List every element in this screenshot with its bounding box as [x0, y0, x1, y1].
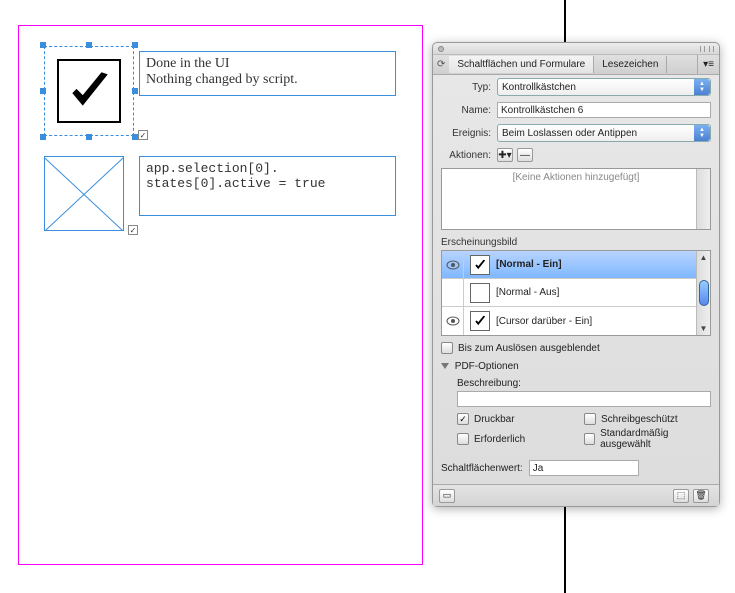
panel-titlebar[interactable]	[433, 43, 719, 55]
scroll-down-icon[interactable]: ▼	[700, 324, 708, 333]
cycle-icon[interactable]: ⟳	[433, 59, 449, 70]
close-dot[interactable]	[438, 46, 444, 52]
readonly-checkbox[interactable]: Schreibgeschützt	[584, 413, 711, 425]
checkbox-icon	[441, 342, 453, 354]
printable-checkbox[interactable]: ✓ Druckbar	[457, 413, 584, 425]
state-label: [Cursor darüber - Ein]	[496, 316, 592, 327]
add-action-button[interactable]: ✚▾	[497, 148, 513, 162]
no-actions-text: [Keine Aktionen hinzugefügt]	[513, 172, 640, 183]
pdf-options-label: PDF-Optionen	[455, 361, 519, 372]
empty-graphic-frame	[44, 156, 124, 231]
state-row-hover-on[interactable]: [Cursor darüber - Ein]	[442, 307, 710, 335]
button-value-input[interactable]: Ja	[529, 460, 639, 476]
state-row-normal-off[interactable]: [Normal - Aus]	[442, 279, 710, 307]
checkbox-icon	[457, 433, 469, 445]
state-thumbnail	[470, 311, 490, 331]
resize-handle[interactable]	[86, 134, 92, 140]
convert-button[interactable]: ⬚	[673, 489, 689, 503]
disclosure-triangle-icon[interactable]	[441, 363, 449, 369]
states-scrollbar[interactable]: ▲ ▼	[696, 251, 710, 335]
annotation-2: app.selection[0]. states[0].active = tru…	[139, 156, 396, 216]
annotation-text: Nothing changed by script.	[146, 72, 389, 88]
code-text: app.selection[0].	[146, 161, 389, 176]
select-arrows-icon: ▲▼	[694, 79, 710, 95]
state-row-normal-on[interactable]: [Normal - Ein]	[442, 251, 710, 279]
state-thumbnail	[470, 255, 490, 275]
tab-bookmarks[interactable]: Lesezeichen	[594, 56, 667, 73]
scroll-up-icon[interactable]: ▲	[700, 253, 708, 262]
event-select[interactable]: Beim Loslassen oder Antippen ▲▼	[497, 124, 711, 142]
resize-handle[interactable]	[132, 88, 138, 94]
select-arrows-icon: ▲▼	[694, 125, 710, 141]
actions-list[interactable]: [Keine Aktionen hinzugefügt]	[441, 168, 711, 230]
checkbox-object-1[interactable]: ✓	[44, 46, 134, 136]
resize-handle[interactable]	[40, 88, 46, 94]
form-indicator-icon: ✓	[128, 225, 138, 235]
visibility-toggle[interactable]	[442, 279, 464, 306]
resize-handle[interactable]	[132, 42, 138, 48]
checkbox-label: Erforderlich	[474, 434, 525, 445]
resize-handle[interactable]	[40, 134, 46, 140]
checkbox-icon	[584, 413, 596, 425]
hidden-until-checkbox[interactable]: Bis zum Auslösen ausgeblendet	[441, 342, 711, 354]
checkbox-graphic	[57, 59, 121, 123]
name-input[interactable]: Kontrollkästchen 6	[497, 102, 711, 118]
buttons-forms-panel: ⟳ Schaltflächen und Formulare Lesezeiche…	[432, 42, 720, 507]
checkbox-label: Standardmäßig ausgewählt	[600, 428, 711, 450]
checkbox-label: Schreibgeschützt	[601, 414, 678, 425]
code-text: states[0].active = true	[146, 176, 389, 191]
required-checkbox[interactable]: Erforderlich	[457, 428, 584, 450]
delete-button[interactable]: 🗑	[693, 489, 709, 503]
event-value: Beim Loslassen oder Antippen	[502, 128, 637, 139]
state-label: [Normal - Ein]	[496, 259, 562, 270]
panel-menu-icon[interactable]: ▾≡	[697, 55, 719, 74]
state-thumbnail	[470, 283, 490, 303]
preview-button[interactable]: ▭	[439, 489, 455, 503]
states-list: [Normal - Ein] [Normal - Aus] [Cursor da…	[441, 250, 711, 336]
name-label: Name:	[441, 105, 491, 116]
description-input[interactable]	[457, 391, 711, 407]
resize-handle[interactable]	[40, 42, 46, 48]
checkbox-label: Bis zum Auslösen ausgeblendet	[458, 343, 600, 354]
panel-tabs: ⟳ Schaltflächen und Formulare Lesezeiche…	[433, 55, 719, 75]
scrollbar[interactable]	[696, 169, 710, 229]
state-label: [Normal - Aus]	[496, 287, 559, 298]
checkbox-icon: ✓	[457, 413, 469, 425]
annotation-1: Done in the UI Nothing changed by script…	[139, 51, 396, 96]
type-value: Kontrollkästchen	[502, 82, 576, 93]
checkbox-label: Druckbar	[474, 414, 515, 425]
type-select[interactable]: Kontrollkästchen ▲▼	[497, 78, 711, 96]
type-label: Typ:	[441, 82, 491, 93]
default-selected-checkbox[interactable]: Standardmäßig ausgewählt	[584, 428, 711, 450]
tab-buttons-forms[interactable]: Schaltflächen und Formulare	[449, 56, 594, 73]
panel-grip[interactable]	[700, 46, 714, 52]
document-canvas: ✓ Done in the UI Nothing changed by scri…	[18, 25, 423, 565]
scroll-thumb[interactable]	[699, 280, 709, 306]
resize-handle[interactable]	[86, 42, 92, 48]
remove-action-button[interactable]: —	[517, 148, 533, 162]
button-value-label: Schaltflächenwert:	[441, 463, 523, 474]
name-value: Kontrollkästchen 6	[501, 105, 583, 116]
appearance-label: Erscheinungsbild	[433, 233, 719, 250]
event-label: Ereignis:	[441, 128, 491, 139]
description-label: Beschreibung:	[433, 374, 719, 389]
visibility-toggle[interactable]	[442, 251, 464, 278]
panel-footer: ▭ ⬚ 🗑	[433, 484, 719, 506]
button-value: Ja	[533, 463, 544, 474]
annotation-text: Done in the UI	[146, 56, 389, 72]
actions-label: Aktionen:	[441, 150, 491, 161]
form-indicator-icon: ✓	[138, 130, 148, 140]
visibility-toggle[interactable]	[442, 307, 464, 335]
checkbox-icon	[584, 433, 595, 445]
checkbox-object-2[interactable]: ✓	[44, 156, 124, 231]
